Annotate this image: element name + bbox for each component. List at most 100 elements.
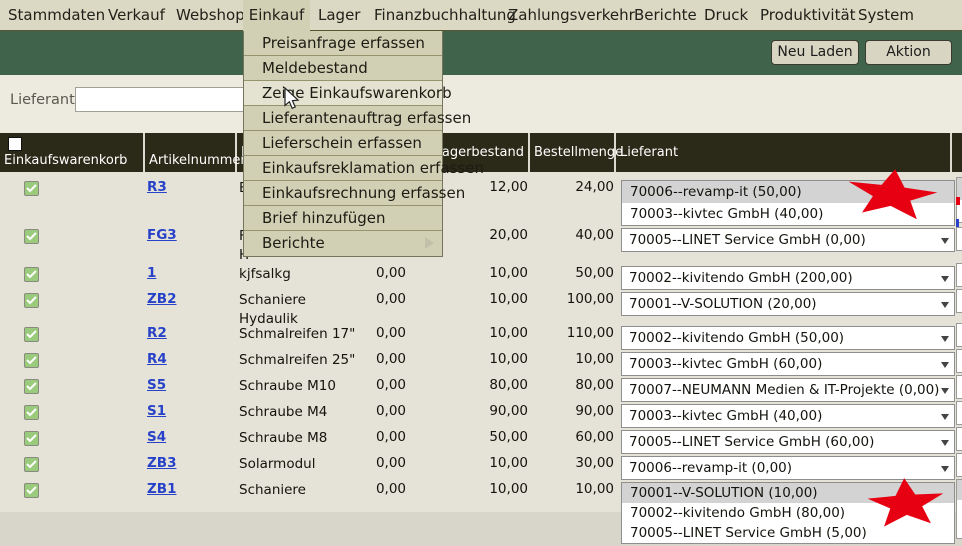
bestand-cell: 10,00: [408, 322, 530, 350]
menubar-item-berichte[interactable]: Berichte: [634, 0, 697, 31]
menubar-item-verkauf[interactable]: Verkauf: [108, 0, 165, 31]
preis-cell: 0,00: [368, 262, 408, 290]
row-checkbox-checked[interactable]: [24, 229, 39, 244]
article-link[interactable]: ZB2: [147, 291, 176, 307]
table-row-zb1: ZB1 Schaniere 0,00 10,00 10,00 70001--V-…: [0, 478, 962, 540]
article-description: Solarmodul: [237, 452, 368, 480]
row-checkbox-checked[interactable]: [24, 431, 39, 446]
lieferant-select[interactable]: 70002--kivitendo GmbH (200,00): [621, 266, 955, 290]
neu-laden-button[interactable]: Neu Laden: [771, 40, 859, 65]
clipped-widget-sliver: [956, 479, 962, 539]
article-link[interactable]: FG3: [147, 227, 177, 243]
chevron-down-icon: [941, 388, 949, 394]
menge-cell: 40,00: [530, 224, 616, 265]
chevron-down-icon: [941, 238, 949, 244]
table-row-r3: R3 E 12,00 24,00 70006--revamp-it (50,00…: [0, 176, 962, 224]
bestand-cell: 10,00: [408, 262, 530, 290]
lieferant-select[interactable]: 70003--kivtec GmbH (40,00): [621, 404, 955, 428]
chevron-down-icon: [941, 336, 949, 342]
action-bar: Neu Laden Aktion: [0, 31, 962, 75]
menu-item-lieferschein-erfassen[interactable]: Lieferschein erfassen: [244, 131, 442, 156]
preis-cell: 0,00: [368, 322, 408, 350]
chevron-down-icon: [941, 440, 949, 446]
menu-item-zeige-einkaufswarenkorb[interactable]: Zeige Einkaufswarenkorb: [244, 81, 442, 106]
article-link[interactable]: R2: [147, 325, 167, 341]
clipped-widget-sliver: [956, 227, 962, 251]
table-row-r2: R2 Schmalreifen 17" 0,00 10,00 110,00 70…: [0, 322, 962, 348]
article-link[interactable]: S1: [147, 403, 166, 419]
bestand-cell: 50,00: [408, 426, 530, 454]
preis-cell: 0,00: [368, 374, 408, 402]
article-link[interactable]: ZB1: [147, 481, 176, 497]
article-description: Schraube M4: [237, 400, 368, 428]
mouse-cursor-icon: [284, 87, 302, 111]
lieferant-select[interactable]: 70007--NEUMANN Medien & IT-Projekte (0,0…: [621, 378, 955, 402]
clipped-widget-sliver: [956, 323, 962, 347]
filter-row: Lieferant:: [0, 75, 962, 133]
row-checkbox-checked[interactable]: [24, 293, 39, 308]
table-row-zb3: ZB3 Solarmodul 0,00 10,00 30,00 70006--r…: [0, 452, 962, 478]
bestand-cell: 80,00: [408, 374, 530, 402]
table-row-s1: S1 Schraube M4 0,00 90,00 90,00 70003--k…: [0, 400, 962, 426]
menu-item-lieferantenauftrag-erfassen[interactable]: Lieferantenauftrag erfassen: [244, 106, 442, 131]
menge-cell: 10,00: [530, 478, 616, 544]
table-row-1: 1 kjfsalkg 0,00 10,00 50,00 70002--kivit…: [0, 262, 962, 288]
menubar-item-finanzbuchhaltung[interactable]: Finanzbuchhaltung: [374, 0, 516, 31]
lieferant-select[interactable]: 70005--LINET Service GmbH (0,00): [621, 228, 955, 252]
select-all-checkbox[interactable]: [8, 137, 22, 151]
article-link[interactable]: R4: [147, 351, 167, 367]
clipped-widget-sliver: [956, 427, 962, 451]
row-checkbox-checked[interactable]: [24, 457, 39, 472]
table-row-r4: R4 Schmalreifen 25" 0,00 10,00 10,00 700…: [0, 348, 962, 374]
article-description: Schraube M10: [237, 374, 368, 402]
article-link[interactable]: S4: [147, 429, 166, 445]
preis-cell: 0,00: [368, 478, 408, 544]
lieferant-filter-input[interactable]: [75, 87, 255, 112]
row-checkbox-checked[interactable]: [24, 483, 39, 498]
article-link[interactable]: S5: [147, 377, 166, 393]
menubar-item-zahlungsverkehr[interactable]: Zahlungsverkehr: [508, 0, 635, 31]
menu-item-brief-hinzufuegen[interactable]: Brief hinzufügen: [244, 206, 442, 231]
article-description: Schmalreifen 25": [237, 348, 368, 376]
row-checkbox-checked[interactable]: [24, 181, 39, 196]
menubar-item-produktivitaet[interactable]: Produktivität: [760, 0, 856, 31]
header-bestellmenge: Bestellmenge: [530, 133, 616, 172]
row-checkbox-checked[interactable]: [24, 267, 39, 282]
menu-item-meldebestand[interactable]: Meldebestand: [244, 56, 442, 81]
lieferant-select[interactable]: 70001--V-SOLUTION (20,00): [621, 292, 955, 316]
row-checkbox-checked[interactable]: [24, 327, 39, 342]
table-row-fg3: FG3 F H 20,00 40,00 70005--LINET Service…: [0, 224, 962, 262]
lieferant-select[interactable]: 70002--kivitendo GmbH (50,00): [621, 326, 955, 350]
menge-cell: 24,00: [530, 176, 616, 226]
lieferant-filter-label: Lieferant:: [10, 92, 80, 108]
article-link[interactable]: ZB3: [147, 455, 176, 471]
menubar-item-system[interactable]: System: [858, 0, 914, 31]
preis-cell: 0,00: [368, 348, 408, 376]
article-link[interactable]: R3: [147, 179, 167, 195]
menubar-item-einkauf[interactable]: Einkauf: [243, 0, 310, 31]
article-link[interactable]: 1: [147, 265, 156, 281]
menu-item-einkaufsreklamation-erfassen[interactable]: Einkaufsreklamation erfassen: [244, 156, 442, 181]
row-checkbox-checked[interactable]: [24, 353, 39, 368]
article-description: Schmalreifen 17": [237, 322, 368, 350]
menge-cell: 90,00: [530, 400, 616, 428]
menu-item-einkaufsrechnung-erfassen[interactable]: Einkaufsrechnung erfassen: [244, 181, 442, 206]
row-checkbox-checked[interactable]: [24, 405, 39, 420]
row-checkbox-checked[interactable]: [24, 379, 39, 394]
menubar-item-lager[interactable]: Lager: [318, 0, 360, 31]
menubar-item-stammdaten[interactable]: Stammdaten: [8, 0, 105, 31]
lieferant-select[interactable]: 70003--kivtec GmbH (60,00): [621, 352, 955, 376]
menubar-item-webshop[interactable]: Webshop: [176, 0, 245, 31]
menubar-item-druck[interactable]: Druck: [704, 0, 748, 31]
menu-item-berichte-submenu[interactable]: Berichte: [244, 231, 442, 256]
header-einkaufswarenkorb: Einkaufswarenkorb: [0, 133, 145, 172]
menubar: Stammdaten Verkauf Webshop Einkauf Lager…: [0, 0, 962, 31]
aktion-button[interactable]: Aktion: [865, 40, 952, 65]
lieferant-select[interactable]: 70005--LINET Service GmbH (60,00): [621, 430, 955, 454]
menu-item-preisanfrage-erfassen[interactable]: Preisanfrage erfassen: [244, 31, 442, 56]
clipped-widget-sliver: [956, 349, 962, 373]
chevron-down-icon: [941, 302, 949, 308]
menge-cell: 80,00: [530, 374, 616, 402]
app-window: Stammdaten Verkauf Webshop Einkauf Lager…: [0, 0, 962, 546]
einkauf-dropdown-menu: Preisanfrage erfassen Meldebestand Zeige…: [243, 31, 443, 257]
